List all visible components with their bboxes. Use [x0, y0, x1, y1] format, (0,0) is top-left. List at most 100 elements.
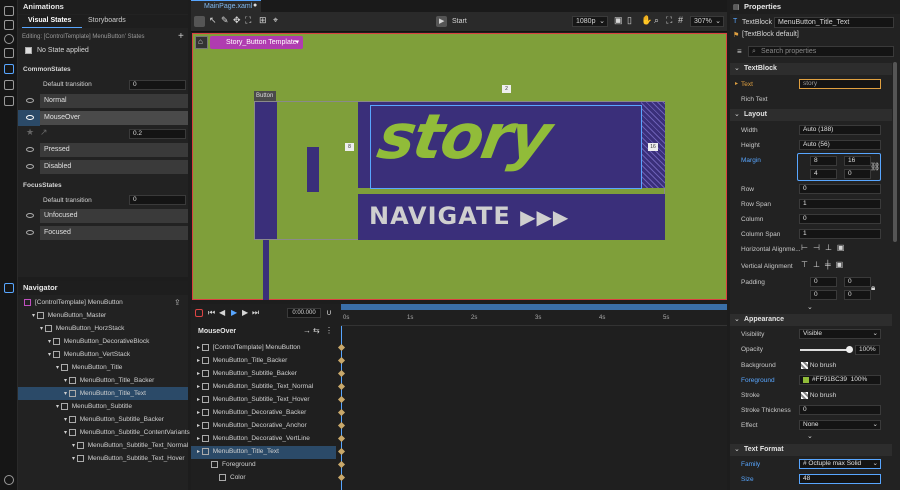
keyframe-marker[interactable] [337, 447, 346, 456]
zoom-icon[interactable]: ⌕ [654, 15, 659, 26]
data-icon[interactable] [4, 48, 14, 58]
eyedropper-icon[interactable]: ⌖ [273, 15, 278, 26]
shuffle-icon[interactable]: ⇆ [313, 326, 320, 335]
align-icon[interactable]: ⊞ [259, 15, 267, 26]
design-canvas[interactable]: ⌂ Story_Button Template ▾ Button story 2 … [192, 33, 727, 300]
valign-buttons[interactable]: ⊤⊥╪▣ [801, 260, 848, 269]
tree-item[interactable]: ▾ MenuButton_Subtitle_Text_Hover [72, 452, 185, 465]
opacity-slider-track[interactable] [800, 349, 850, 351]
margin-top-input[interactable]: 16 [844, 156, 871, 166]
keyframe-marker[interactable] [337, 395, 346, 404]
solution-icon[interactable] [4, 80, 14, 90]
magnet-icon[interactable]: ∪ [326, 308, 332, 317]
tablet-icon[interactable]: ▯ [627, 15, 632, 26]
state-focused[interactable]: Focused [40, 226, 188, 240]
timeline-track[interactable]: ▸ MenuButton_Decorative_Backer [191, 406, 336, 419]
collapse-icon[interactable]: ⌄ [734, 110, 740, 118]
keyframe-marker[interactable] [337, 356, 346, 365]
link-icon[interactable]: ⛓ [870, 162, 880, 171]
timeline-track[interactable]: ▸ [ControlTemplate] MenuButton [191, 341, 336, 354]
tab-visual-states[interactable]: Visual States [28, 17, 71, 24]
section-textformat[interactable]: Text Format [730, 444, 892, 456]
effect-select[interactable]: None ⌄ [799, 420, 881, 430]
assets-icon[interactable] [4, 20, 14, 30]
tree-item[interactable]: ▾ MenuButton_Subtitle [56, 400, 132, 413]
tree-item[interactable]: ▾ MenuButton_Title [56, 361, 122, 374]
group-commonstates[interactable]: CommonStates [23, 66, 71, 73]
stroke-value[interactable]: No brush [801, 392, 836, 399]
tree-item[interactable]: ▾ MenuButton_HorzStack [40, 322, 124, 335]
keyframe-marker[interactable] [337, 408, 346, 417]
move-icon[interactable]: ✥ [233, 15, 241, 26]
eye-icon[interactable] [26, 164, 34, 169]
decorative-anchor[interactable] [307, 147, 319, 192]
background-value[interactable]: No brush [801, 362, 836, 369]
keyframe-marker[interactable] [337, 473, 346, 482]
eye-icon[interactable] [26, 98, 34, 103]
decorative-block[interactable] [255, 102, 277, 239]
layers-icon[interactable] [4, 6, 14, 16]
pen-icon[interactable]: ✎ [221, 15, 229, 26]
prev-frame-icon[interactable]: ◀ [219, 308, 225, 317]
state-pressed[interactable]: Pressed [40, 143, 188, 157]
template-breadcrumb[interactable]: Story_Button Template ▾ [210, 36, 303, 49]
search-input[interactable]: ⌕ Search properties [748, 46, 894, 57]
timeline-track[interactable]: ▸ MenuButton_Title_Text [191, 445, 336, 458]
keyframe-marker[interactable] [337, 382, 346, 391]
section-layout[interactable]: Layout [730, 109, 892, 121]
keyframe-marker[interactable] [337, 460, 346, 469]
tree-item[interactable]: ▾ MenuButton_DecorativeBlock [48, 335, 149, 348]
keyframe-marker[interactable] [337, 343, 346, 352]
column-input[interactable]: 0 [799, 214, 881, 224]
arrow-icon[interactable]: ↗ [40, 127, 48, 138]
height-input[interactable]: Auto (56) [799, 140, 881, 150]
last-frame-icon[interactable]: ⏭ [252, 308, 259, 318]
keyframe-marker[interactable] [337, 434, 346, 443]
resolution-select[interactable]: 1080p ⌄ [572, 16, 608, 27]
padding-right-input[interactable]: 0 [810, 290, 837, 300]
parts-icon[interactable] [4, 96, 14, 106]
timeline-scrollbar[interactable] [341, 304, 727, 310]
visibility-select[interactable]: Visible ⌄ [799, 329, 881, 339]
expand-icon[interactable]: ▸ [735, 80, 738, 87]
tree-item[interactable]: ▾ MenuButton_Subtitle_Text_Normal [72, 439, 188, 452]
state-disabled[interactable]: Disabled [40, 160, 188, 174]
hand-icon[interactable]: ✋ [641, 15, 652, 26]
time-input[interactable]: 0:00.000 [287, 308, 321, 318]
padding-left-input[interactable]: 0 [810, 277, 837, 287]
resources-icon[interactable] [4, 34, 14, 44]
tree-item[interactable]: ▾ MenuButton_Master [32, 309, 106, 322]
record-icon[interactable] [195, 309, 203, 317]
row-input[interactable]: 0 [799, 184, 881, 194]
width-input[interactable]: Auto (188) [799, 125, 881, 135]
no-state-icon[interactable] [25, 47, 32, 54]
play-icon[interactable]: ▶ [436, 16, 447, 27]
family-select[interactable]: # Octuple max Solid ⌄ [799, 459, 881, 469]
timeline-track[interactable]: ▸ MenuButton_Subtitle_Backer [191, 367, 336, 380]
tree-item[interactable]: ▾ MenuButton_Subtitle_ContentVariants [64, 426, 190, 439]
start-label[interactable]: Start [452, 18, 467, 25]
halign-buttons[interactable]: ⊢⊣⊥▣ [801, 243, 849, 252]
eye-icon[interactable] [26, 115, 34, 120]
eye-icon[interactable] [26, 147, 34, 152]
collapse-icon[interactable]: ⌄ [734, 445, 740, 453]
title-text-selection[interactable]: story [370, 100, 642, 189]
margin-bottom-input[interactable]: 0 [844, 169, 871, 179]
eye-icon[interactable] [26, 230, 34, 235]
no-state-label[interactable]: No State applied [37, 47, 89, 54]
more-icon[interactable]: ⋮ [325, 326, 333, 335]
help-icon[interactable] [4, 475, 14, 485]
timeline-track[interactable]: ▸ MenuButton_Title_Backer [191, 354, 336, 367]
grid-icon[interactable]: # [678, 15, 683, 25]
tab-mainpage[interactable]: MainPage.xaml [204, 3, 252, 10]
strokethickness-input[interactable]: 0 [799, 405, 881, 415]
section-textblock[interactable]: TextBlock [730, 63, 892, 75]
star-icon[interactable]: ★ [26, 127, 34, 138]
tree-item[interactable]: ▾ MenuButton_Title_Text [64, 387, 146, 400]
foreground-input[interactable]: #FF91BC39 100% [799, 375, 881, 385]
transition-duration-input[interactable]: 0.2 [129, 129, 186, 139]
default-transition-input[interactable]: 0 [129, 195, 186, 205]
more-chevron-icon[interactable]: ⌄ [807, 432, 813, 440]
state-unfocused[interactable]: Unfocused [40, 209, 188, 223]
margin-left-input[interactable]: 8 [810, 156, 837, 166]
